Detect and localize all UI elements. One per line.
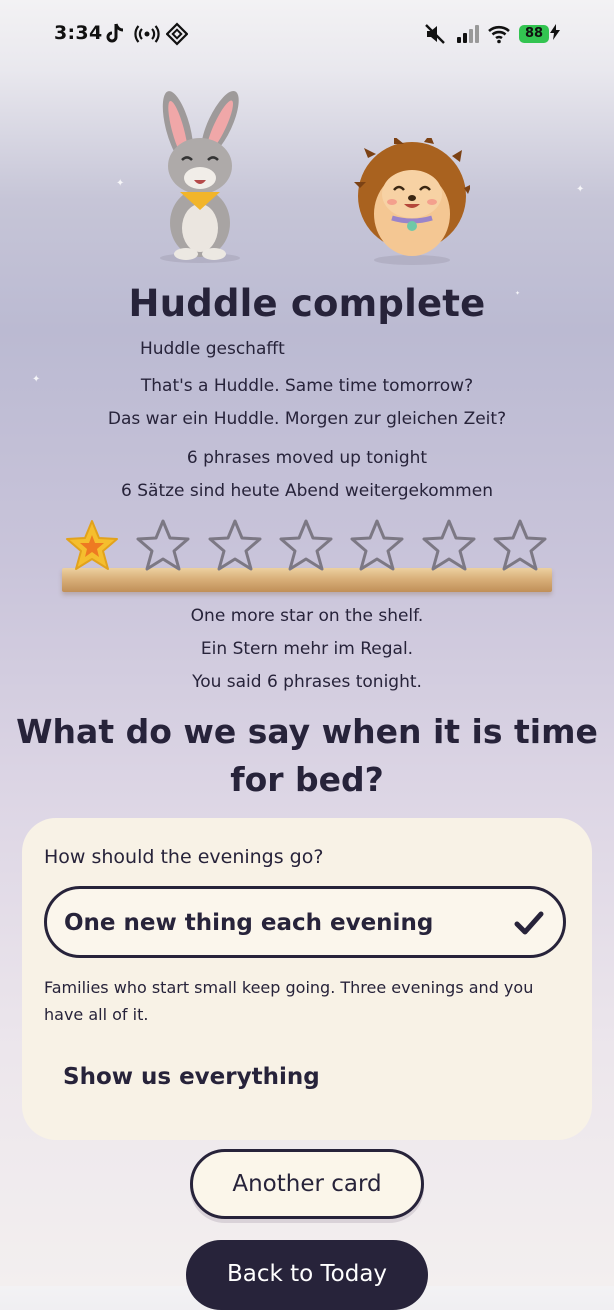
tiktok-icon: [104, 22, 126, 53]
shelf-message: You said 6 phrases tonight.: [192, 672, 422, 692]
hedgehog-mascot: [354, 134, 472, 270]
page-subtitle: Huddle geschafft: [140, 339, 285, 359]
option-one-new-thing[interactable]: One new thing each evening: [44, 886, 566, 958]
another-card-button[interactable]: Another card: [190, 1149, 424, 1219]
empty-star-icon: [277, 518, 335, 574]
card-prompt: How should the evenings go?: [44, 846, 324, 868]
option-label: Show us everything: [63, 1064, 320, 1090]
wifi-icon: [487, 22, 511, 53]
status-time: 3:34: [54, 22, 103, 44]
broadcast-icon: [134, 22, 160, 53]
evening-settings-card: How should the evenings go? One new thin…: [22, 818, 592, 1140]
empty-star-icon: [420, 518, 478, 574]
star-shelf: [62, 518, 552, 594]
charging-bolt-icon: [550, 24, 560, 44]
mute-icon: [424, 22, 446, 53]
shelf-message: Ein Stern mehr im Regal.: [200, 639, 414, 659]
bunny-mascot: [148, 88, 258, 268]
empty-star-icon: [206, 518, 264, 574]
back-to-today-button[interactable]: Back to Today: [186, 1240, 428, 1310]
message-line: 6 phrases moved up tonight: [186, 448, 428, 468]
cellular-signal-icon: [456, 22, 480, 53]
empty-star-icon: [134, 518, 192, 574]
message-line: 6 Sätze sind heute Abend weitergekommen: [121, 481, 493, 501]
checkmark-icon: [513, 907, 545, 939]
message-line: That's a Huddle. Same time tomorrow?: [140, 376, 474, 396]
earned-star-icon: [63, 518, 121, 574]
message-line: Das war ein Huddle. Morgen zur gleichen …: [107, 409, 507, 429]
option-show-everything[interactable]: Show us everything: [44, 1054, 566, 1104]
empty-star-icon: [348, 518, 406, 574]
sparkle-icon: ✦: [576, 184, 585, 195]
question-heading: What do we say when it is time for bed?: [16, 712, 598, 799]
shelf-message: One more star on the shelf.: [190, 606, 424, 626]
option-label: One new thing each evening: [64, 910, 434, 936]
empty-star-icon: [491, 518, 549, 574]
app-diamond-icon: [165, 22, 189, 53]
status-bar: 3:34 88: [0, 0, 614, 70]
page-title: Huddle complete: [128, 282, 486, 325]
option-note: Families who start small keep going. Thr…: [44, 978, 534, 1024]
battery-icon: 88: [519, 25, 549, 43]
sparkle-icon: ✦: [116, 178, 125, 189]
